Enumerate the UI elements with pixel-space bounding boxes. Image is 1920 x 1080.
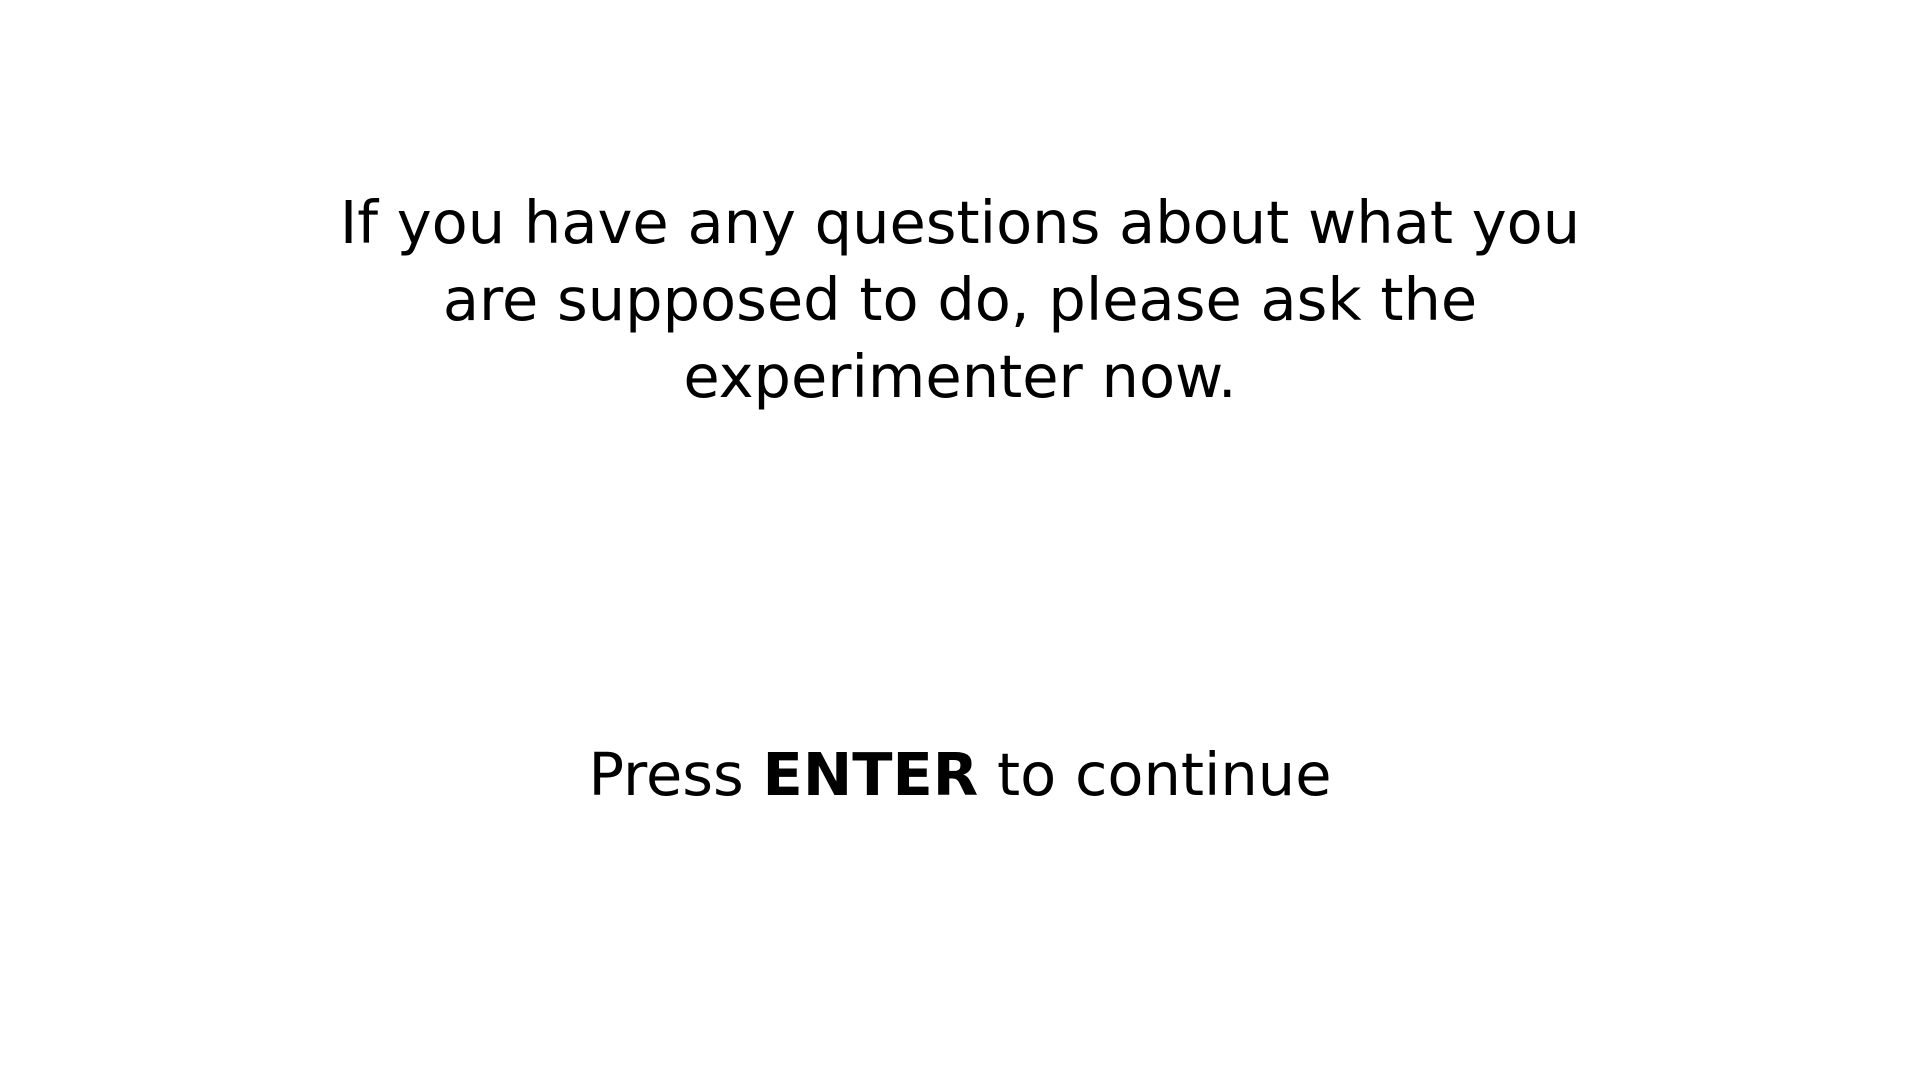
instructions-line: experimenter now. <box>683 342 1237 411</box>
enter-key-label: ENTER <box>762 740 979 809</box>
instructions-text: If you have any questions about what you… <box>260 184 1660 415</box>
continue-prompt: Press ENTER to continue <box>260 736 1660 813</box>
continue-prompt-suffix: to continue <box>978 740 1332 809</box>
continue-prompt-prefix: Press <box>588 740 763 809</box>
instructions-line: If you have any questions about what you <box>339 188 1581 257</box>
instructions-line: are supposed to do, please ask the <box>442 265 1478 334</box>
